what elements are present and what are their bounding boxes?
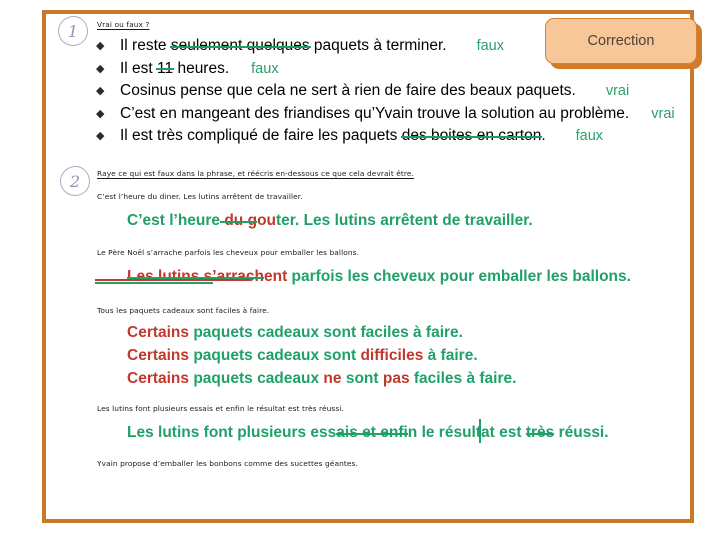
item-text-struck: 11	[157, 59, 174, 77]
exercise-2-instruction: Raye ce qui est faux dans la phrase, et …	[97, 169, 414, 178]
item-text-pre: C’est en mangeant des friandises qu’Yvai…	[120, 104, 630, 122]
item-text-post: heures.	[173, 59, 230, 77]
item-text-pre: Il est très compliqué de faire les paque…	[120, 127, 402, 144]
answer-seg: paquets cadeaux sont faciles à faire.	[189, 324, 463, 341]
bullet-icon: ◆	[96, 130, 105, 142]
answer-seg-struck: très	[525, 424, 555, 441]
answer-seg-red: ou	[257, 212, 276, 229]
bullet-icon: ◆	[96, 40, 105, 52]
answer-seg-struck: ais et enfi	[336, 424, 408, 441]
answer-seg-struck: Les lutins s’arrach	[127, 268, 264, 285]
source-sentence-1: C’est l’heure du diner. Les lutins arrêt…	[97, 192, 303, 201]
item-text-pre: Il est	[120, 59, 158, 77]
answer-seg: paquets cadeaux sont	[189, 347, 361, 364]
answer-seg: paquets cadeaux	[189, 370, 324, 387]
answer-line-3a: Certains paquets cadeaux sont faciles à …	[127, 324, 463, 342]
answer-seg-red: ne	[323, 370, 342, 387]
text-caret	[479, 419, 482, 443]
list-item: ◆ C’est en mangeant des friandises qu’Yva…	[96, 105, 686, 128]
answer-seg: C’est l’heure	[127, 212, 221, 229]
source-sentence-3: Tous les paquets cadeaux sont faciles à …	[97, 306, 270, 315]
answer-seg: sont	[341, 370, 383, 387]
item-text-struck: des boites en carton	[401, 127, 542, 144]
source-sentence-4: Les lutins font plusieurs essais et enfi…	[97, 404, 344, 413]
list-item: ◆ Il est très compliqué de faire les paqu…	[96, 127, 686, 150]
answer-seg: réussi.	[554, 424, 609, 441]
bullet-icon: ◆	[96, 85, 105, 97]
answer-seg-red: Certains	[127, 370, 190, 387]
answer-line-1: C’est l’heure du gouter. Les lutins arrê…	[127, 212, 533, 230]
item-text-pre: Il reste	[120, 37, 171, 54]
answer-seg-red: ent	[263, 268, 288, 285]
answer-seg: faciles à faire.	[409, 370, 517, 387]
item-text-struck: seulement quelques	[170, 37, 310, 54]
source-sentence-5: Yvain propose d’emballer les bonbons com…	[97, 459, 358, 468]
answer-seg: à faire.	[423, 347, 478, 364]
step-number-2: 2	[60, 166, 90, 196]
step-number-1: 1	[58, 16, 88, 46]
source-sentence-2: Le Père Noël s’arrache parfois les cheve…	[97, 248, 360, 257]
slide-canvas: 1 Vrai ou faux ? ◆ Il reste seulement que…	[0, 0, 720, 540]
item-text-post: paquets à terminer.	[309, 37, 447, 54]
answer-seg-red: pas	[382, 370, 410, 387]
answer-line-2: Les lutins s’arrachent parfois les cheve…	[127, 268, 631, 286]
answer-seg: t est	[489, 424, 526, 441]
answer-line-3b: Certains paquets cadeaux sont difficiles…	[127, 347, 478, 365]
item-text-pre: Cosinus pense que cela ne sert à rien de…	[120, 82, 576, 99]
item-answer: vrai	[605, 83, 630, 99]
correction-button[interactable]: Correction	[545, 18, 702, 69]
answer-seg-struck: du g	[220, 212, 258, 229]
answer-line-3c: Certains paquets cadeaux ne sont pas fac…	[127, 370, 516, 388]
answer-seg: parfois les cheveux pour emballer les ba…	[287, 268, 631, 285]
bullet-icon: ◆	[96, 62, 105, 75]
answer-seg: n le résulta	[407, 424, 490, 441]
correction-button-label: Correction	[545, 18, 697, 64]
answer-seg: Les lutins font plusieurs ess	[127, 424, 337, 441]
answer-seg: ter. Les lutins arrêtent de travailler.	[276, 212, 533, 229]
item-answer: vrai	[651, 105, 675, 122]
answer-seg-red: Certains	[127, 324, 190, 341]
bullet-icon: ◆	[96, 107, 105, 120]
list-item: ◆ Cosinus pense que cela ne sert à rien d…	[96, 82, 686, 105]
exercise-1-instruction: Vrai ou faux ?	[97, 20, 150, 29]
answer-seg-red: difficiles	[360, 347, 424, 364]
answer-line-4: Les lutins font plusieurs essais et enfi…	[127, 424, 609, 442]
item-answer: faux	[251, 60, 279, 77]
item-answer: faux	[476, 38, 504, 54]
answer-seg-red: Certains	[127, 347, 190, 364]
item-answer: faux	[575, 128, 604, 144]
